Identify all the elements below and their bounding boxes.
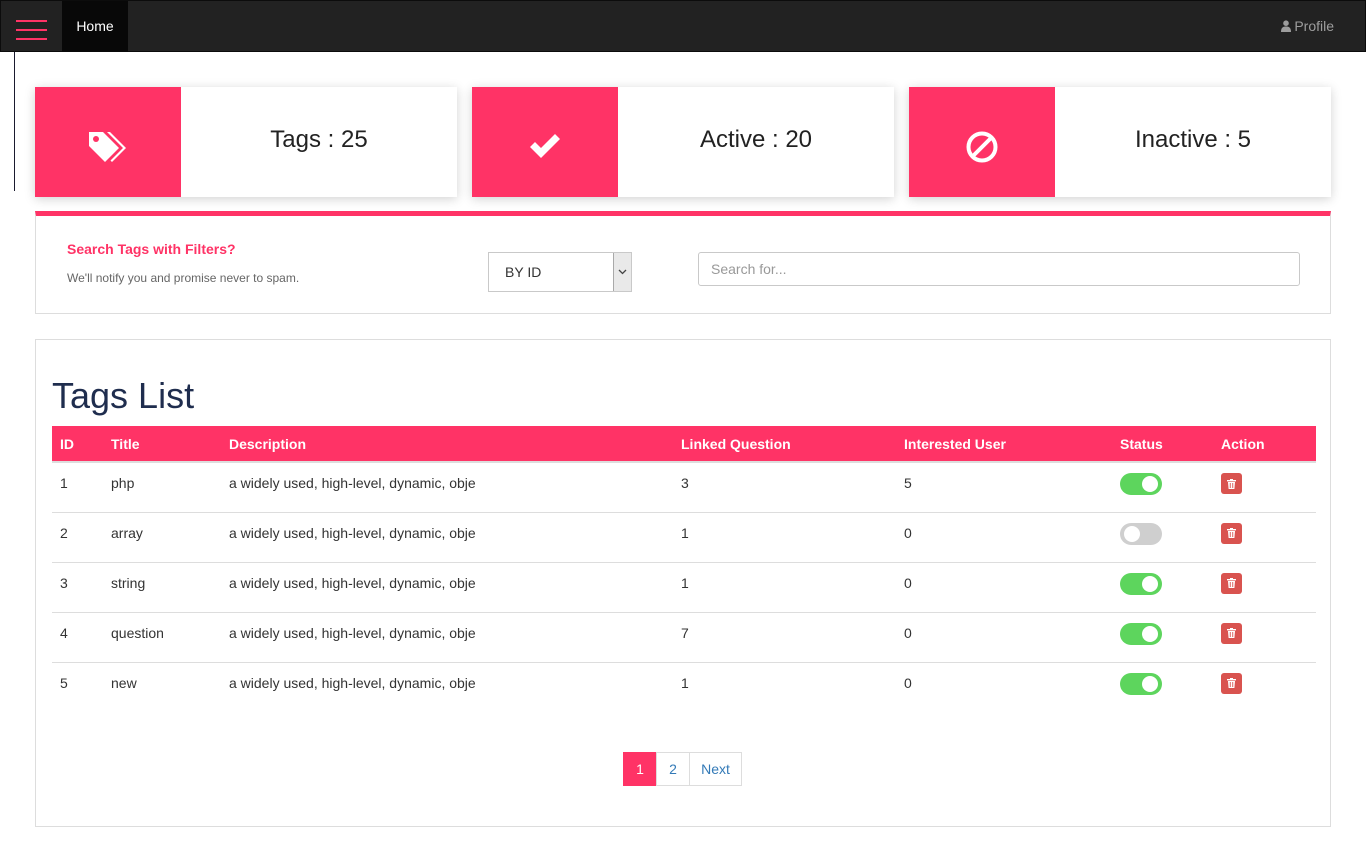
cell-id: 4 — [60, 624, 68, 641]
stat-tags-count: Tags : 25 — [270, 126, 368, 153]
cell-status — [1112, 562, 1213, 612]
table-row: 1 php a widely used, high-level, dynamic… — [52, 462, 1316, 512]
status-toggle[interactable] — [1120, 473, 1162, 495]
nav-home-link[interactable]: Home — [62, 1, 128, 52]
table-header-row: ID Title Description Linked Question Int… — [52, 426, 1316, 462]
column-header-linked-question[interactable]: Linked Question — [673, 426, 896, 462]
search-input[interactable] — [698, 252, 1300, 286]
menu-toggle-icon[interactable] — [16, 20, 47, 42]
trash-icon — [1227, 678, 1236, 688]
cell-interested-user: 0 — [904, 674, 912, 691]
cell-interested-user: 0 — [904, 574, 912, 591]
column-header-title[interactable]: Title — [103, 426, 221, 462]
status-toggle[interactable] — [1120, 672, 1162, 695]
delete-button[interactable] — [1221, 473, 1242, 494]
cell-linked-question: 7 — [681, 624, 689, 641]
tags-icon — [89, 132, 126, 162]
next-page-button[interactable]: Next — [689, 752, 742, 786]
cell-linked-question: 3 — [681, 475, 689, 491]
cell-linked-question: 1 — [681, 524, 689, 541]
filter-select-value: BY ID — [505, 264, 542, 280]
delete-button[interactable] — [1221, 572, 1242, 594]
cell-action — [1213, 612, 1316, 662]
table-row: 2 array a widely used, high-level, dynam… — [52, 512, 1316, 562]
cell-title: string — [111, 574, 146, 591]
table-row: 5 new a widely used, high-level, dynamic… — [52, 662, 1316, 712]
table-row: 3 string a widely used, high-level, dyna… — [52, 562, 1316, 612]
column-header-description[interactable]: Description — [221, 426, 673, 462]
cell-description: a widely used, high-level, dynamic, obje — [229, 475, 476, 491]
cell-interested-user: 0 — [904, 624, 912, 641]
sidebar-edge — [0, 52, 15, 191]
cell-title: php — [111, 475, 135, 491]
delete-button[interactable] — [1221, 522, 1242, 544]
page-2-button[interactable]: 2 — [656, 752, 690, 786]
top-navbar: Home Profile — [0, 0, 1366, 52]
column-header-id[interactable]: ID — [52, 426, 103, 462]
filter-subtitle: We'll notify you and promise never to sp… — [67, 271, 300, 285]
stat-icon-box — [472, 87, 618, 197]
tags-table: ID Title Description Linked Question Int… — [52, 426, 1316, 712]
nav-profile-link[interactable]: Profile — [1281, 1, 1334, 52]
cell-description: a widely used, high-level, dynamic, obje — [229, 524, 476, 541]
pagination: 1 2 Next — [623, 752, 742, 786]
column-header-interested-user[interactable]: Interested User — [896, 426, 1112, 462]
cell-status — [1112, 512, 1213, 562]
stat-card-inactive: Inactive : 5 — [909, 87, 1331, 197]
column-header-status[interactable]: Status — [1112, 426, 1213, 462]
chevron-down-icon — [613, 253, 631, 291]
delete-button[interactable] — [1221, 622, 1242, 644]
cell-linked-question: 1 — [681, 674, 689, 691]
cell-description: a widely used, high-level, dynamic, obje — [229, 574, 476, 591]
cell-description: a widely used, high-level, dynamic, obje — [229, 624, 476, 641]
cell-action — [1213, 662, 1316, 712]
status-toggle[interactable] — [1120, 572, 1162, 595]
delete-button[interactable] — [1221, 672, 1242, 694]
profile-label: Profile — [1294, 18, 1334, 34]
cell-description: a widely used, high-level, dynamic, obje — [229, 674, 476, 691]
page-1-button[interactable]: 1 — [623, 752, 657, 786]
cell-status — [1112, 462, 1213, 512]
cell-action — [1213, 562, 1316, 612]
filter-title: Search Tags with Filters? — [67, 241, 236, 257]
ban-icon — [966, 131, 998, 163]
check-icon — [530, 134, 560, 158]
stat-icon-box — [909, 87, 1055, 197]
stat-active-count: Active : 20 — [699, 126, 813, 153]
filter-panel: Search Tags with Filters? We'll notify y… — [35, 211, 1331, 314]
cell-status — [1112, 612, 1213, 662]
cell-linked-question: 1 — [681, 574, 689, 591]
tags-list-panel: Tags List ID Title Description Linked Qu… — [35, 339, 1331, 827]
stat-inactive-count: Inactive : 5 — [1134, 126, 1252, 153]
cell-title: question — [111, 624, 164, 641]
cell-interested-user: 0 — [904, 524, 912, 541]
cell-id: 1 — [60, 475, 68, 491]
trash-icon — [1227, 478, 1236, 489]
status-toggle[interactable] — [1120, 622, 1162, 645]
column-header-action: Action — [1221, 435, 1265, 452]
cell-interested-user: 5 — [904, 475, 912, 491]
cell-title: new — [111, 674, 137, 691]
status-toggle[interactable] — [1120, 522, 1162, 545]
cell-status — [1112, 662, 1213, 712]
user-icon — [1281, 20, 1292, 32]
cell-id: 5 — [60, 674, 68, 691]
trash-icon — [1227, 578, 1236, 588]
cell-id: 2 — [60, 524, 68, 541]
filter-type-select[interactable]: BY ID — [488, 252, 632, 292]
stat-card-tags: Tags : 25 — [35, 87, 457, 197]
cell-action — [1213, 462, 1316, 512]
cell-title: array — [111, 524, 143, 541]
trash-icon — [1227, 628, 1236, 638]
trash-icon — [1227, 528, 1236, 538]
cell-id: 3 — [60, 574, 68, 591]
table-row: 4 question a widely used, high-level, dy… — [52, 612, 1316, 662]
cell-action — [1213, 512, 1316, 562]
page-title: Tags List — [52, 375, 195, 416]
stat-icon-box — [35, 87, 181, 197]
stat-card-active: Active : 20 — [472, 87, 894, 197]
